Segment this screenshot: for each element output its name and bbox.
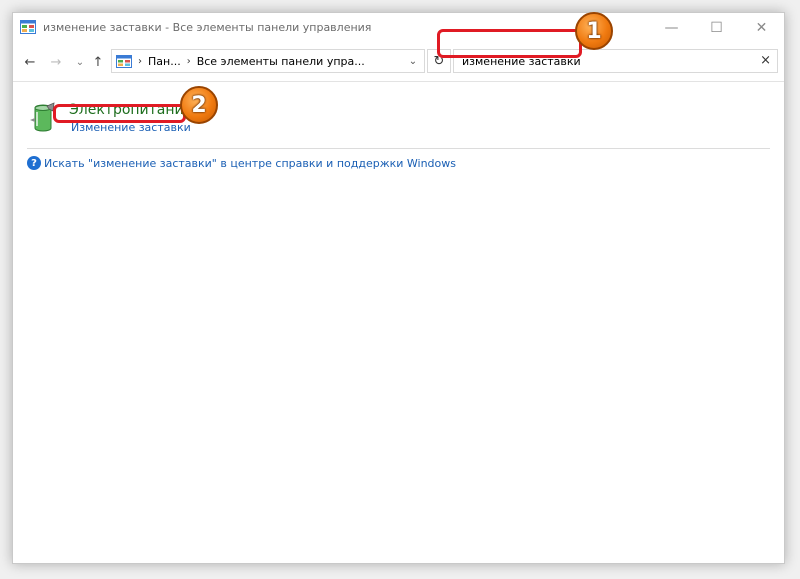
chevron-down-icon[interactable]: ⌄ bbox=[406, 54, 420, 68]
help-icon: ? bbox=[27, 156, 41, 170]
link-highlight-box bbox=[53, 104, 186, 123]
minimize-button[interactable]: — bbox=[649, 13, 694, 43]
navigation-bar: ← → ⌄ ↑ › Пан... › Все элементы панели у… bbox=[13, 44, 784, 80]
up-arrow-icon[interactable]: ↑ bbox=[89, 53, 107, 71]
address-bar[interactable]: › Пан... › Все элементы панели упра... ⌄ bbox=[111, 49, 425, 73]
search-highlight-box bbox=[437, 29, 582, 58]
breadcrumb-all-items[interactable]: Все элементы панели упра... bbox=[197, 55, 365, 68]
breadcrumb-separator: › bbox=[186, 55, 191, 67]
step-marker-2: 2 bbox=[180, 86, 218, 124]
help-search-link[interactable]: Искать "изменение заставки" в центре спр… bbox=[44, 157, 456, 170]
control-panel-window: изменение заставки - Все элементы панели… bbox=[12, 12, 785, 564]
step-marker-1: 1 bbox=[575, 12, 613, 50]
window-title: изменение заставки - Все элементы панели… bbox=[43, 21, 372, 34]
control-panel-icon bbox=[116, 54, 132, 68]
forward-arrow-icon[interactable]: → bbox=[47, 53, 65, 71]
search-results-pane: Электропитание Изменение заставки ? Иска… bbox=[13, 82, 784, 563]
back-arrow-icon[interactable]: ← bbox=[21, 53, 39, 71]
control-panel-icon bbox=[20, 20, 36, 34]
breadcrumb-separator: › bbox=[138, 55, 142, 67]
maximize-button[interactable]: ☐ bbox=[694, 13, 739, 43]
title-bar: изменение заставки - Все элементы панели… bbox=[13, 13, 784, 44]
breadcrumb-control-panel[interactable]: Пан... bbox=[148, 55, 181, 68]
recent-locations-icon[interactable]: ⌄ bbox=[71, 53, 89, 71]
results-divider bbox=[27, 148, 770, 149]
help-search-row[interactable]: ? Искать "изменение заставки" в центре с… bbox=[27, 156, 456, 170]
clear-search-icon[interactable]: × bbox=[760, 53, 771, 68]
close-button[interactable]: ✕ bbox=[739, 13, 784, 43]
